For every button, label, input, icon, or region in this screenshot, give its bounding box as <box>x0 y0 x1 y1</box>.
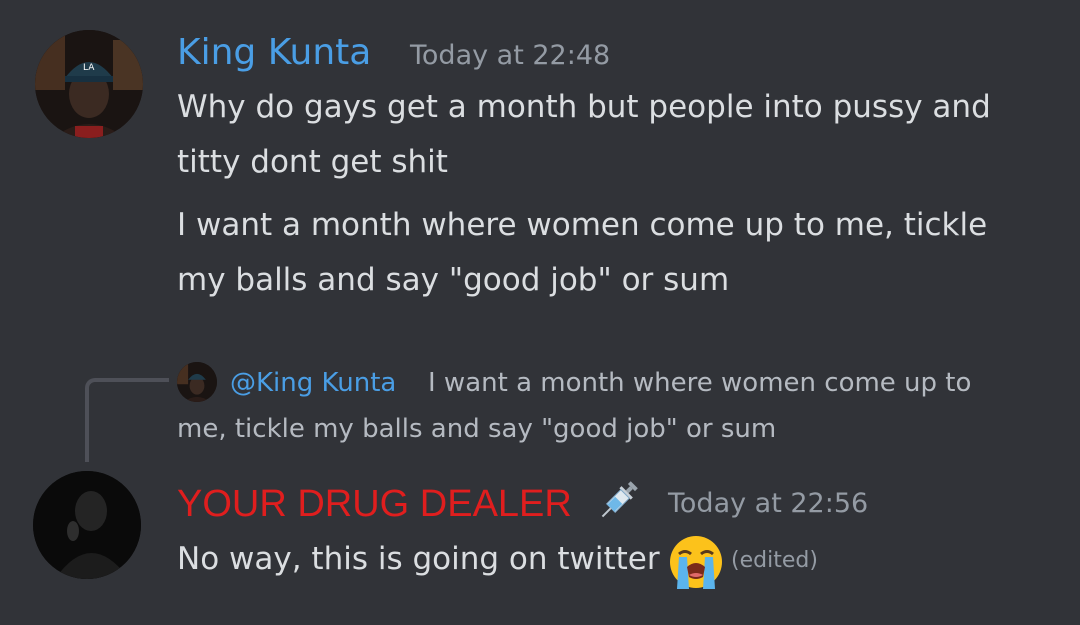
edited-label: (edited) <box>731 548 818 573</box>
syringe-icon <box>593 476 643 526</box>
reply-connector <box>85 378 169 462</box>
message-timestamp[interactable]: Today at 22:56 <box>668 490 868 517</box>
reply-preview-text[interactable]: me, tickle my balls and say "good job" o… <box>177 406 776 452</box>
reply-preview-text[interactable]: I want a month where women come up to <box>428 360 971 406</box>
username-king-kunta[interactable]: King Kunta <box>177 35 371 71</box>
avatar-king-kunta[interactable]: LA <box>35 30 143 138</box>
svg-text:LA: LA <box>83 63 95 73</box>
username-drug-dealer[interactable]: YOUR DRUG DEALER <box>177 485 572 523</box>
person-cap-icon: LA <box>35 30 143 138</box>
message-text: No way, this is going on twitter <box>177 541 660 577</box>
reply-mention[interactable]: @King Kunta <box>230 363 396 403</box>
message-timestamp[interactable]: Today at 22:48 <box>410 42 610 69</box>
loudly-crying-face-icon[interactable] <box>667 533 725 591</box>
person-silhouette-icon <box>33 471 141 579</box>
reply-avatar[interactable] <box>177 362 217 402</box>
person-cap-icon <box>177 362 217 402</box>
message-text-line: I want a month where women come up to me… <box>177 207 988 243</box>
message-text-line: Why do gays get a month but people into … <box>177 89 991 125</box>
message-text-line: titty dont get shit <box>177 144 448 180</box>
avatar-drug-dealer[interactable] <box>33 471 141 579</box>
message-text-line: my balls and say "good job" or sum <box>177 262 730 298</box>
